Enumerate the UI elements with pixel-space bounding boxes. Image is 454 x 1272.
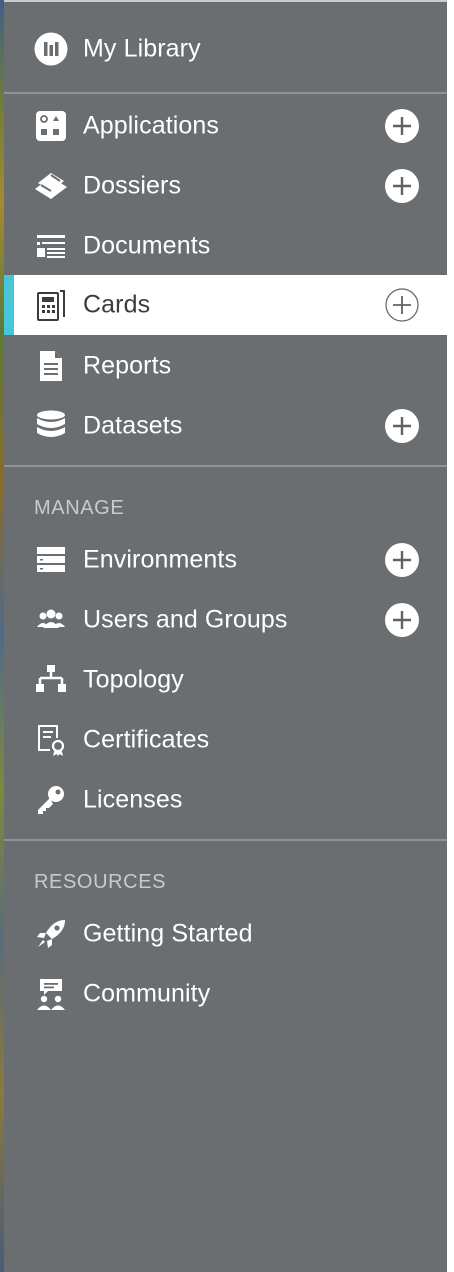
cards-icon — [34, 288, 68, 322]
sidebar-item-environments[interactable]: Environments — [4, 530, 447, 590]
sidebar-item-dossiers[interactable]: Dossiers — [4, 156, 447, 216]
documents-icon — [34, 229, 68, 263]
sidebar-item-label: Environments — [83, 545, 238, 574]
sidebar-item-label: My Library — [83, 34, 201, 63]
sidebar-item-community[interactable]: Community — [4, 964, 447, 1024]
divider — [4, 92, 447, 94]
sidebar-item-reports[interactable]: Reports — [4, 336, 447, 396]
sidebar-item-label: Dossiers — [83, 171, 182, 200]
divider — [4, 465, 447, 467]
sidebar-item-certificates[interactable]: Certificates — [4, 710, 447, 770]
sidebar-item-getting-started[interactable]: Getting Started — [4, 904, 447, 964]
sidebar-item-label: Datasets — [83, 411, 183, 440]
certificate-icon — [34, 723, 68, 757]
sidebar-item-topology[interactable]: Topology — [4, 650, 447, 710]
sidebar-item-label: Users and Groups — [83, 605, 288, 634]
dossiers-icon — [34, 169, 68, 203]
divider — [4, 839, 447, 841]
sidebar-item-documents[interactable]: Documents — [4, 216, 447, 276]
datasets-icon — [34, 409, 68, 443]
sidebar-nav: My Library Applications Dossiers Documen… — [4, 0, 447, 1272]
reports-icon — [34, 349, 68, 383]
sidebar-item-cards[interactable]: Cards — [4, 275, 447, 335]
rocket-icon — [34, 917, 68, 951]
sidebar-item-label: Applications — [83, 111, 220, 140]
sidebar-item-label: Licenses — [83, 785, 183, 814]
sidebar-item-users-and-groups[interactable]: Users and Groups — [4, 590, 447, 650]
add-card-icon[interactable] — [385, 288, 419, 322]
sidebar-item-label: Community — [83, 979, 211, 1008]
environments-icon — [34, 543, 68, 577]
sidebar-item-label: Certificates — [83, 725, 210, 754]
active-indicator — [4, 275, 14, 335]
community-icon — [34, 977, 68, 1011]
section-heading-manage: MANAGE — [34, 497, 125, 519]
sidebar-item-label: Reports — [83, 351, 172, 380]
key-icon — [34, 783, 68, 817]
sidebar-item-applications[interactable]: Applications — [4, 96, 447, 156]
sidebar-item-licenses[interactable]: Licenses — [4, 770, 447, 830]
applications-icon — [34, 109, 68, 143]
sidebar-item-label: Cards — [83, 290, 151, 319]
add-environment-icon[interactable] — [385, 543, 419, 577]
sidebar-item-label: Getting Started — [83, 919, 253, 948]
background-right — [447, 0, 454, 1272]
add-user-icon[interactable] — [385, 603, 419, 637]
sidebar-item-my-library[interactable]: My Library — [4, 19, 447, 79]
users-icon — [34, 603, 68, 637]
sidebar-item-datasets[interactable]: Datasets — [4, 396, 447, 456]
add-application-icon[interactable] — [385, 109, 419, 143]
section-heading-resources: RESOURCES — [34, 871, 167, 893]
top-border — [4, 0, 447, 2]
add-dataset-icon[interactable] — [385, 409, 419, 443]
sidebar-item-label: Topology — [83, 665, 184, 694]
library-icon — [34, 32, 68, 66]
sidebar-item-label: Documents — [83, 231, 211, 260]
topology-icon — [34, 663, 68, 697]
add-dossier-icon[interactable] — [385, 169, 419, 203]
